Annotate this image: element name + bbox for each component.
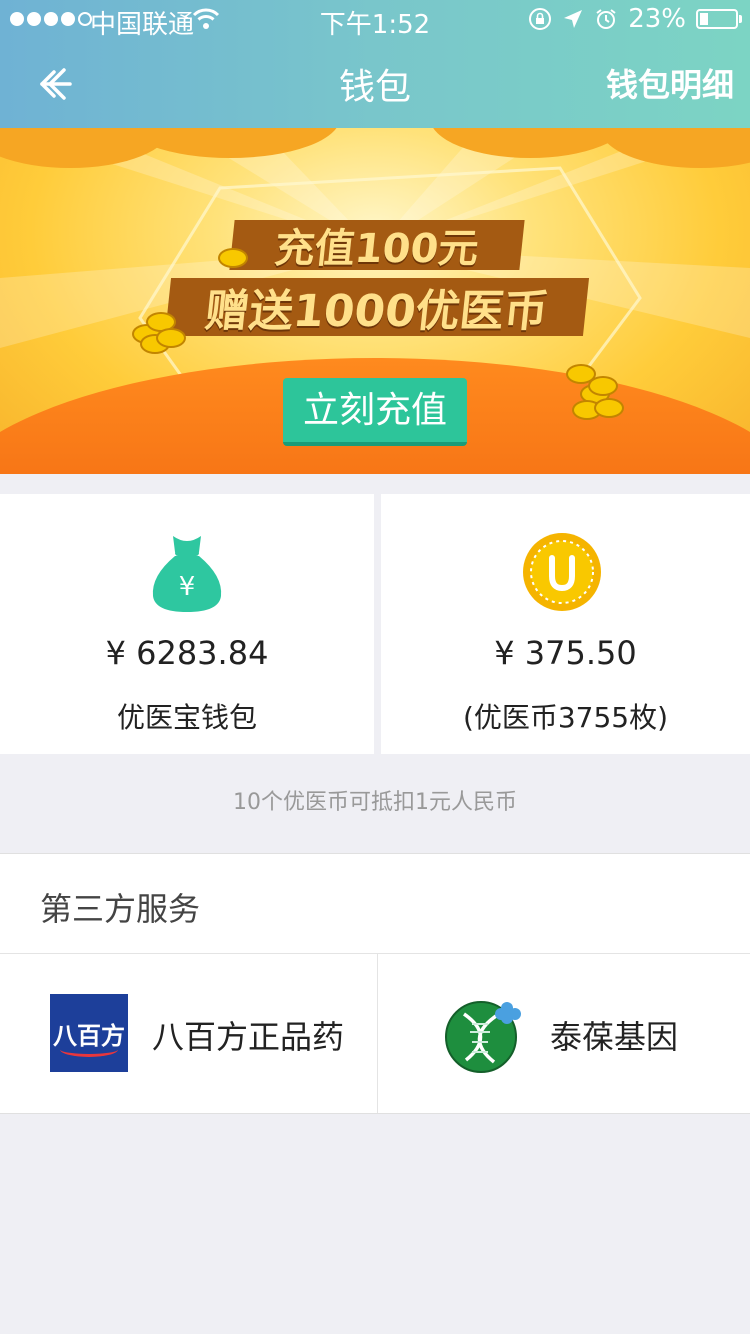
wallet-card-coins[interactable]: ¥ 375.50 (优医币3755枚) xyxy=(381,494,750,754)
navigation-bar: 钱包 钱包明细 xyxy=(0,40,750,128)
service-babaifang[interactable]: 八百方 八百方正品药 xyxy=(0,954,375,1113)
app-header: 中国联通 下午1:52 23% 钱包 钱包明细 xyxy=(0,0,750,128)
battery-icon xyxy=(696,9,742,29)
banner-subheadline: 赠送1000优医币 xyxy=(164,278,590,337)
status-bar: 中国联通 下午1:52 23% xyxy=(0,0,750,40)
banner-headline: 充值100元 xyxy=(229,220,525,272)
coin-count-label: (优医币3755枚) xyxy=(462,701,669,734)
promo-banner[interactable]: 充值100元 赠送1000优医币 立刻充值 xyxy=(0,128,750,474)
coin-exchange-note: 10个优医币可抵扣1元人民币 xyxy=(233,790,517,815)
coin-value-amount: ¥ 375.50 xyxy=(494,634,637,672)
battery-percent: 23% xyxy=(628,4,686,34)
wallet-detail-link[interactable]: 钱包明细 xyxy=(606,60,734,106)
babaifang-logo: 八百方 xyxy=(50,994,128,1072)
wallet-balance-amount: ¥ 6283.84 xyxy=(105,634,269,672)
status-indicators: 23% xyxy=(528,4,742,34)
wallet-cards: ¥ ¥ 6283.84 优医宝钱包 ¥ 375.50 (优医币3755枚) xyxy=(0,494,750,754)
section-title: 第三方服务 xyxy=(40,890,201,928)
service-taibao-gene[interactable]: 泰葆基因 xyxy=(378,954,750,1113)
location-icon xyxy=(564,10,583,28)
service-name: 八百方正品药 xyxy=(152,1018,345,1056)
alarm-icon xyxy=(596,9,616,29)
coin-icon xyxy=(523,533,601,611)
third-party-services: 第三方服务 八百方 八百方正品药 泰葆基因 xyxy=(0,853,750,1114)
service-name: 泰葆基因 xyxy=(550,1018,679,1056)
recharge-now-button[interactable]: 立刻充值 xyxy=(283,378,467,446)
dna-logo-icon xyxy=(445,1001,521,1073)
money-bag-icon: ¥ xyxy=(152,536,222,612)
svg-text:¥: ¥ xyxy=(179,572,196,602)
wallet-balance-label: 优医宝钱包 xyxy=(116,701,257,734)
wallet-card-balance[interactable]: ¥ ¥ 6283.84 优医宝钱包 xyxy=(0,494,374,754)
rotation-lock-icon xyxy=(529,8,552,30)
